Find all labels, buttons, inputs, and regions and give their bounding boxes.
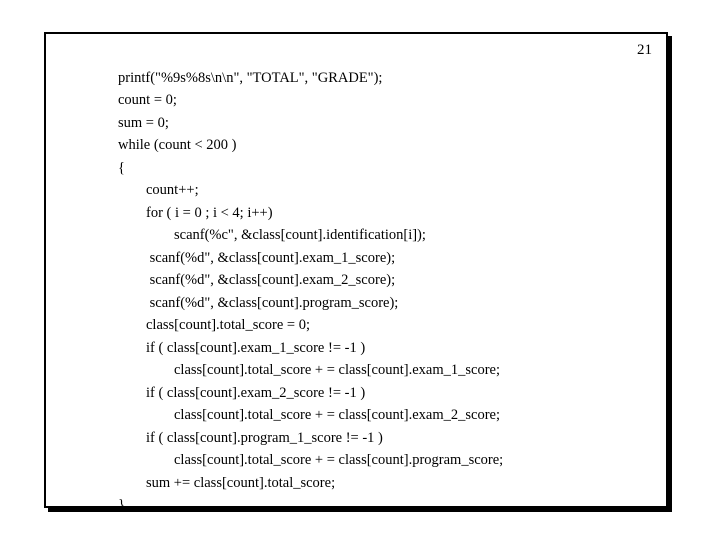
code-line: class[count].total_score = 0; [118,314,310,337]
code-line: class[count].total_score + = class[count… [118,404,500,427]
code-line: class[count].total_score + = class[count… [118,449,503,472]
code-line: printf("%9s%8s\n\n", "TOTAL", "GRADE"); [118,70,382,86]
code-line: scanf(%d", &class[count].exam_1_score); [118,247,395,270]
slide: 21 printf("%9s%8s\n\n", "TOTAL", "GRADE"… [0,0,720,540]
code-line: if ( class[count].exam_1_score != -1 ) [118,337,365,360]
code-block: printf("%9s%8s\n\n", "TOTAL", "GRADE"); … [118,44,626,539]
code-line: for ( i = 0 ; i < 4; i++) [118,202,273,225]
code-line: { [118,160,125,176]
code-line: while (count < 200 ) [118,137,237,153]
code-line: sum += class[count].total_score; [118,472,335,495]
code-line: sum = 0; [118,115,169,131]
page-number: 21 [637,42,652,59]
code-line: count = 0; [118,92,177,108]
code-line: scanf(%d", &class[count].program_score); [118,292,398,315]
code-line: if ( class[count].exam_2_score != -1 ) [118,382,365,405]
code-line: if ( class[count].program_1_score != -1 … [118,427,383,450]
code-line: } [118,497,125,513]
code-line: count++; [118,179,199,202]
code-line: scanf(%c", &class[count].identification[… [118,224,426,247]
content-frame: 21 printf("%9s%8s\n\n", "TOTAL", "GRADE"… [44,32,668,508]
code-line: class[count].total_score + = class[count… [118,359,500,382]
code-line: scanf(%d", &class[count].exam_2_score); [118,269,395,292]
